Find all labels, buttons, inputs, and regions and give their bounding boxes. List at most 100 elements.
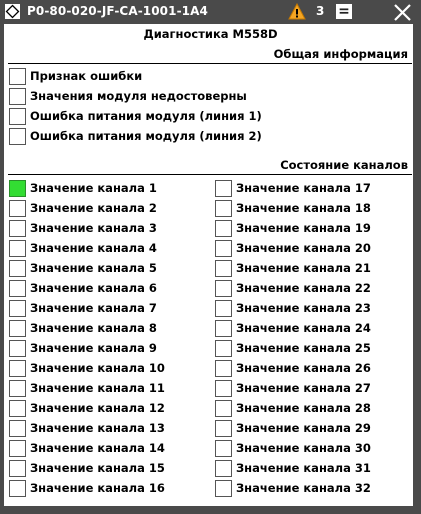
status-row: Признак ошибки bbox=[9, 67, 142, 85]
status-indicator bbox=[215, 479, 232, 497]
window-title: P0-80-020-JF-CA-1001-1A4 bbox=[27, 4, 208, 18]
status-indicator bbox=[9, 107, 26, 125]
status-label: Значение канала 24 bbox=[236, 321, 371, 335]
status-indicator bbox=[9, 87, 26, 105]
status-label: Признак ошибки bbox=[30, 69, 143, 83]
status-label: Значение канала 10 bbox=[30, 361, 165, 375]
status-label: Значение канала 27 bbox=[236, 381, 371, 395]
status-row: Значение канала 15 bbox=[9, 459, 165, 477]
scrollbar[interactable] bbox=[413, 24, 417, 506]
status-label: Значение канала 15 bbox=[30, 461, 165, 475]
status-indicator bbox=[9, 359, 26, 377]
status-label: Значение канала 5 bbox=[30, 261, 157, 275]
status-row: Значение канала 29 bbox=[215, 419, 371, 437]
status-indicator bbox=[215, 419, 232, 437]
close-icon[interactable] bbox=[392, 2, 413, 23]
status-label: Значение канала 16 bbox=[30, 481, 165, 495]
status-indicator bbox=[215, 339, 232, 357]
status-label: Значение канала 25 bbox=[236, 341, 371, 355]
status-row: Ошибка питания модуля (линия 2) bbox=[9, 127, 262, 145]
status-row: Значение канала 8 bbox=[9, 319, 157, 337]
status-indicator bbox=[9, 459, 26, 477]
status-label: Значение канала 12 bbox=[30, 401, 165, 415]
status-label: Значение канала 21 bbox=[236, 261, 371, 275]
status-indicator bbox=[215, 319, 232, 337]
diagnostics-panel: Диагностика M558D Общая информация Призн… bbox=[4, 24, 417, 506]
status-indicator bbox=[9, 127, 26, 145]
status-indicator bbox=[215, 399, 232, 417]
status-row: Значение канала 11 bbox=[9, 379, 165, 397]
status-indicator bbox=[9, 479, 26, 497]
status-indicator bbox=[9, 67, 26, 85]
status-label: Значение канала 26 bbox=[236, 361, 371, 375]
status-indicator bbox=[9, 419, 26, 437]
status-indicator bbox=[9, 179, 26, 197]
status-label: Значения модуля недостоверны bbox=[30, 89, 247, 103]
status-indicator bbox=[9, 239, 26, 257]
status-label: Значение канала 2 bbox=[30, 201, 157, 215]
section-title-channels: Состояние каналов bbox=[280, 158, 408, 172]
status-row: Значение канала 26 bbox=[215, 359, 371, 377]
diagnostics-window: P0-80-020-JF-CA-1001-1A4 3 Диагностика M… bbox=[0, 0, 421, 514]
status-indicator bbox=[215, 379, 232, 397]
status-label: Значение канала 11 bbox=[30, 381, 165, 395]
title-bar[interactable]: P0-80-020-JF-CA-1001-1A4 3 bbox=[0, 0, 421, 24]
diamond-icon bbox=[5, 4, 20, 19]
status-label: Значение канала 1 bbox=[30, 181, 157, 195]
status-indicator bbox=[215, 179, 232, 197]
status-indicator bbox=[215, 459, 232, 477]
status-label: Значение канала 28 bbox=[236, 401, 371, 415]
status-label: Значение канала 8 bbox=[30, 321, 157, 335]
status-indicator bbox=[9, 399, 26, 417]
section-divider-channels bbox=[8, 174, 412, 175]
warning-count: 3 bbox=[316, 4, 325, 18]
status-row: Значение канала 19 bbox=[215, 219, 371, 237]
status-label: Значение канала 18 bbox=[236, 201, 371, 215]
status-label: Значение канала 32 bbox=[236, 481, 371, 495]
status-row: Значение канала 24 bbox=[215, 319, 371, 337]
status-label: Значение канала 13 bbox=[30, 421, 165, 435]
status-row: Значение канала 31 bbox=[215, 459, 371, 477]
status-row: Значение канала 14 bbox=[9, 439, 165, 457]
status-label: Значение канала 7 bbox=[30, 301, 157, 315]
status-indicator bbox=[9, 219, 26, 237]
status-row: Значение канала 25 bbox=[215, 339, 371, 357]
status-label: Ошибка питания модуля (линия 1) bbox=[30, 109, 262, 123]
status-row: Значение канала 23 bbox=[215, 299, 371, 317]
status-row: Значение канала 9 bbox=[9, 339, 157, 357]
status-row: Значение канала 7 bbox=[9, 299, 157, 317]
warning-icon[interactable] bbox=[288, 3, 306, 20]
status-indicator bbox=[9, 379, 26, 397]
status-label: Значение канала 19 bbox=[236, 221, 371, 235]
menu-icon[interactable] bbox=[336, 4, 352, 19]
status-indicator bbox=[215, 439, 232, 457]
status-label: Значение канала 6 bbox=[30, 281, 157, 295]
status-row: Значение канала 5 bbox=[9, 259, 157, 277]
status-row: Значение канала 6 bbox=[9, 279, 157, 297]
status-label: Значение канала 31 bbox=[236, 461, 371, 475]
section-divider-general bbox=[8, 63, 412, 64]
status-indicator bbox=[9, 319, 26, 337]
status-indicator bbox=[215, 259, 232, 277]
status-indicator bbox=[9, 439, 26, 457]
section-title-general: Общая информация bbox=[273, 47, 408, 61]
status-label: Значение канала 9 bbox=[30, 341, 157, 355]
status-indicator bbox=[9, 259, 26, 277]
status-indicator bbox=[215, 359, 232, 377]
status-row: Значение канала 3 bbox=[9, 219, 157, 237]
status-label: Ошибка питания модуля (линия 2) bbox=[30, 129, 262, 143]
status-row: Значение канала 30 bbox=[215, 439, 371, 457]
status-row: Значение канала 22 bbox=[215, 279, 371, 297]
status-indicator bbox=[9, 299, 26, 317]
status-indicator bbox=[9, 279, 26, 297]
status-indicator bbox=[215, 279, 232, 297]
status-label: Значение канала 29 bbox=[236, 421, 371, 435]
status-row: Значение канала 4 bbox=[9, 239, 157, 257]
status-indicator bbox=[215, 239, 232, 257]
status-row: Значение канала 13 bbox=[9, 419, 165, 437]
status-row: Значение канала 17 bbox=[215, 179, 371, 197]
status-row: Ошибка питания модуля (линия 1) bbox=[9, 107, 262, 125]
status-row: Значение канала 20 bbox=[215, 239, 371, 257]
status-row: Значение канала 2 bbox=[9, 199, 157, 217]
status-row: Значение канала 32 bbox=[215, 479, 371, 497]
